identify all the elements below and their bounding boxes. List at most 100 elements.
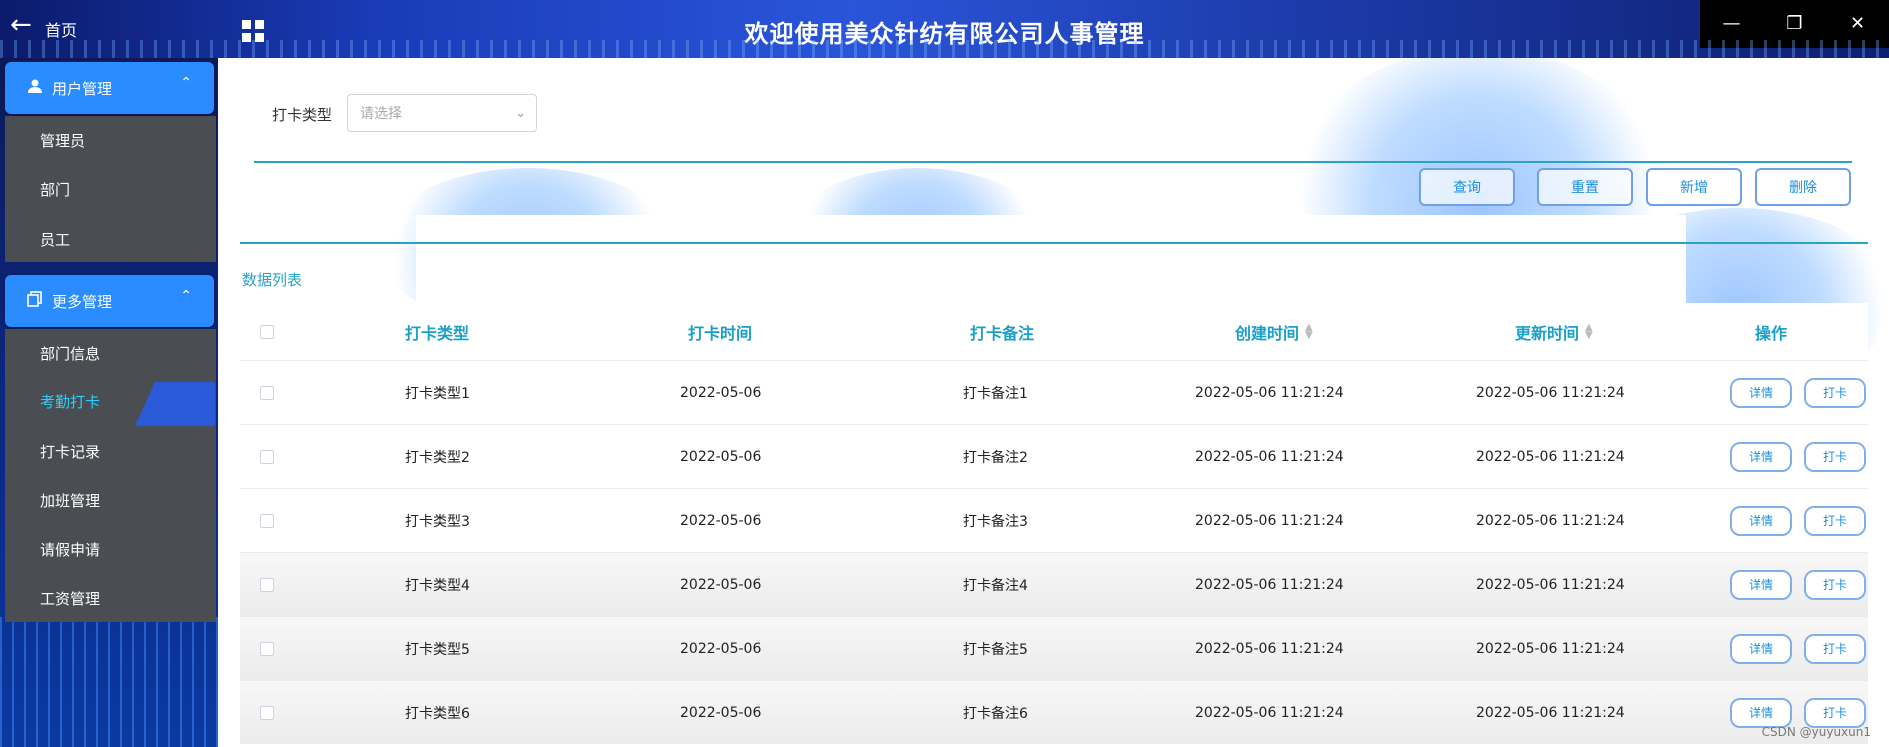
table-cell: 2022-05-06 [680,448,762,465]
table-cell: 2022-05-06 11:21:24 [1476,512,1625,529]
sidebar-item-overtime[interactable]: 加班管理 [40,490,100,511]
table-cell: 2022-05-06 11:21:24 [1476,704,1625,721]
table-cell: 2022-05-06 [680,576,762,593]
table-row: 打卡类型2 2022-05-06 打卡备注2 2022-05-06 11:21:24 2… [240,424,1868,488]
minimize-icon[interactable]: — [1700,0,1763,48]
table-cell: 2022-05-06 [680,384,762,401]
table-cell: 2022-05-06 11:21:24 [1195,448,1344,465]
table-cell: 2022-05-06 [680,512,762,529]
data-table: 打卡类型 打卡时间 打卡备注 创建时间 ▲ ▼ 更新时间 ▲ ▼ 操作 打卡类型1 202… [240,303,1868,744]
table-cell: 打卡备注1 [963,385,1028,402]
row-actions: 详情 打卡 [1730,489,1878,552]
table-cell: 打卡备注2 [963,449,1028,466]
column-header: 打卡时间 [688,323,753,343]
row-checkbox[interactable] [260,705,274,720]
menu-group-label: 更多管理 [52,293,113,311]
table-row: 打卡类型5 2022-05-06 打卡备注5 2022-05-06 11:21:24 2… [240,616,1868,680]
menu-panel-more-management [5,329,216,622]
reset-button[interactable]: 重置 [1537,168,1633,206]
row-actions: 详情 打卡 [1730,553,1878,616]
table-cell: 2022-05-06 11:21:24 [1195,704,1344,721]
copy-icon [27,291,42,307]
top-bar: ← 首页 欢迎使用美众针纺有限公司人事管理 — ❐ ✕ [0,0,1889,58]
table-cell: 2022-05-06 11:21:24 [1195,640,1344,657]
detail-button[interactable]: 详情 [1730,569,1792,600]
sidebar-item-dept-info[interactable]: 部门信息 [40,343,100,364]
clock-in-button[interactable]: 打卡 [1804,441,1866,472]
column-header: 打卡备注 [970,323,1035,343]
column-header: 创建时间 [1235,323,1300,343]
table-body: 打卡类型1 2022-05-06 打卡备注1 2022-05-06 11:21:24 2… [240,360,1868,744]
table-cell: 打卡类型2 [405,449,470,466]
banner-panel [416,215,1686,315]
chevron-down-icon: ⌄ [515,106,526,121]
table-cell: 2022-05-06 11:21:24 [1476,384,1625,401]
table-cell: 打卡备注5 [963,641,1028,658]
row-checkbox[interactable] [260,577,274,592]
app-title: 欢迎使用美众针纺有限公司人事管理 [744,20,1145,48]
sidebar-item-leave[interactable]: 请假申请 [40,539,100,560]
main-panel: 打卡类型 请选择 ⌄ 查询 重置 新增 删除 数据列表 打卡类型 打卡时间 打卡… [218,58,1889,747]
divider [254,161,1852,163]
table-cell: 打卡类型4 [405,577,470,594]
detail-button[interactable]: 详情 [1730,633,1792,664]
select-placeholder: 请选择 [360,106,402,122]
table-cell: 2022-05-06 11:21:24 [1195,576,1344,593]
row-checkbox[interactable] [260,449,274,464]
close-icon[interactable]: ✕ [1826,0,1889,48]
column-header-sortable[interactable]: 更新时间 ▲ ▼ [1515,303,1593,360]
sidebar-item-clock-records[interactable]: 打卡记录 [40,441,100,462]
add-button[interactable]: 新增 [1646,168,1742,206]
query-button[interactable]: 查询 [1419,168,1515,206]
menu-group-label: 用户管理 [52,80,113,98]
detail-button[interactable]: 详情 [1730,697,1792,728]
sort-icon[interactable]: ▲ ▼ [1305,322,1313,340]
row-actions: 详情 打卡 [1730,617,1878,680]
column-header: 更新时间 [1515,323,1580,343]
detail-button[interactable]: 详情 [1730,377,1792,408]
detail-button[interactable]: 详情 [1730,441,1792,472]
detail-button[interactable]: 详情 [1730,505,1792,536]
table-cell: 2022-05-06 11:21:24 [1476,448,1625,465]
column-header: 操作 [1755,323,1788,343]
column-header: 打卡类型 [405,323,470,343]
select-all-checkbox[interactable] [260,324,274,339]
sidebar-item-department[interactable]: 部门 [40,179,70,200]
table-row: 打卡类型6 2022-05-06 打卡备注6 2022-05-06 11:21:24 2… [240,680,1868,744]
watermark: CSDN @yuyuxun1 [1761,725,1871,739]
clock-in-button[interactable]: 打卡 [1804,377,1866,408]
clock-type-select[interactable]: 请选择 ⌄ [347,94,537,132]
table-cell: 打卡类型6 [405,705,470,722]
table-row: 打卡类型1 2022-05-06 打卡备注1 2022-05-06 11:21:24 2… [240,360,1868,424]
sort-icon[interactable]: ▲ ▼ [1585,322,1593,340]
sidebar-item-employee[interactable]: 员工 [40,229,70,250]
delete-button[interactable]: 删除 [1755,168,1851,206]
data-list-title: 数据列表 [242,271,303,289]
menu-group-more-management[interactable]: 更多管理 ⌃ [5,275,214,327]
filter-label: 打卡类型 [272,106,333,124]
table-cell: 2022-05-06 [680,704,762,721]
row-actions: 详情 打卡 [1730,425,1878,488]
table-cell: 打卡备注4 [963,577,1028,594]
sidebar-item-salary[interactable]: 工资管理 [40,588,100,609]
sidebar-item-attendance[interactable]: 考勤打卡 [40,391,100,412]
table-row: 打卡类型3 2022-05-06 打卡备注3 2022-05-06 11:21:24 2… [240,488,1868,552]
sidebar-decoration [0,617,218,747]
table-cell: 打卡类型5 [405,641,470,658]
row-checkbox[interactable] [260,513,274,528]
table-cell: 打卡类型3 [405,513,470,530]
chevron-up-icon: ⌃ [180,75,192,91]
sidebar-item-admin[interactable]: 管理员 [40,130,85,151]
row-checkbox[interactable] [260,641,274,656]
clock-in-button[interactable]: 打卡 [1804,505,1866,536]
clock-in-button[interactable]: 打卡 [1804,697,1866,728]
row-checkbox[interactable] [260,385,274,400]
clock-in-button[interactable]: 打卡 [1804,569,1866,600]
menu-panel-user-management [5,116,216,262]
clock-in-button[interactable]: 打卡 [1804,633,1866,664]
table-cell: 打卡类型1 [405,385,470,402]
column-header-sortable[interactable]: 创建时间 ▲ ▼ [1235,303,1313,360]
table-cell: 2022-05-06 11:21:24 [1476,640,1625,657]
restore-icon[interactable]: ❐ [1763,0,1826,48]
menu-group-user-management[interactable]: 用户管理 ⌃ [5,62,214,114]
